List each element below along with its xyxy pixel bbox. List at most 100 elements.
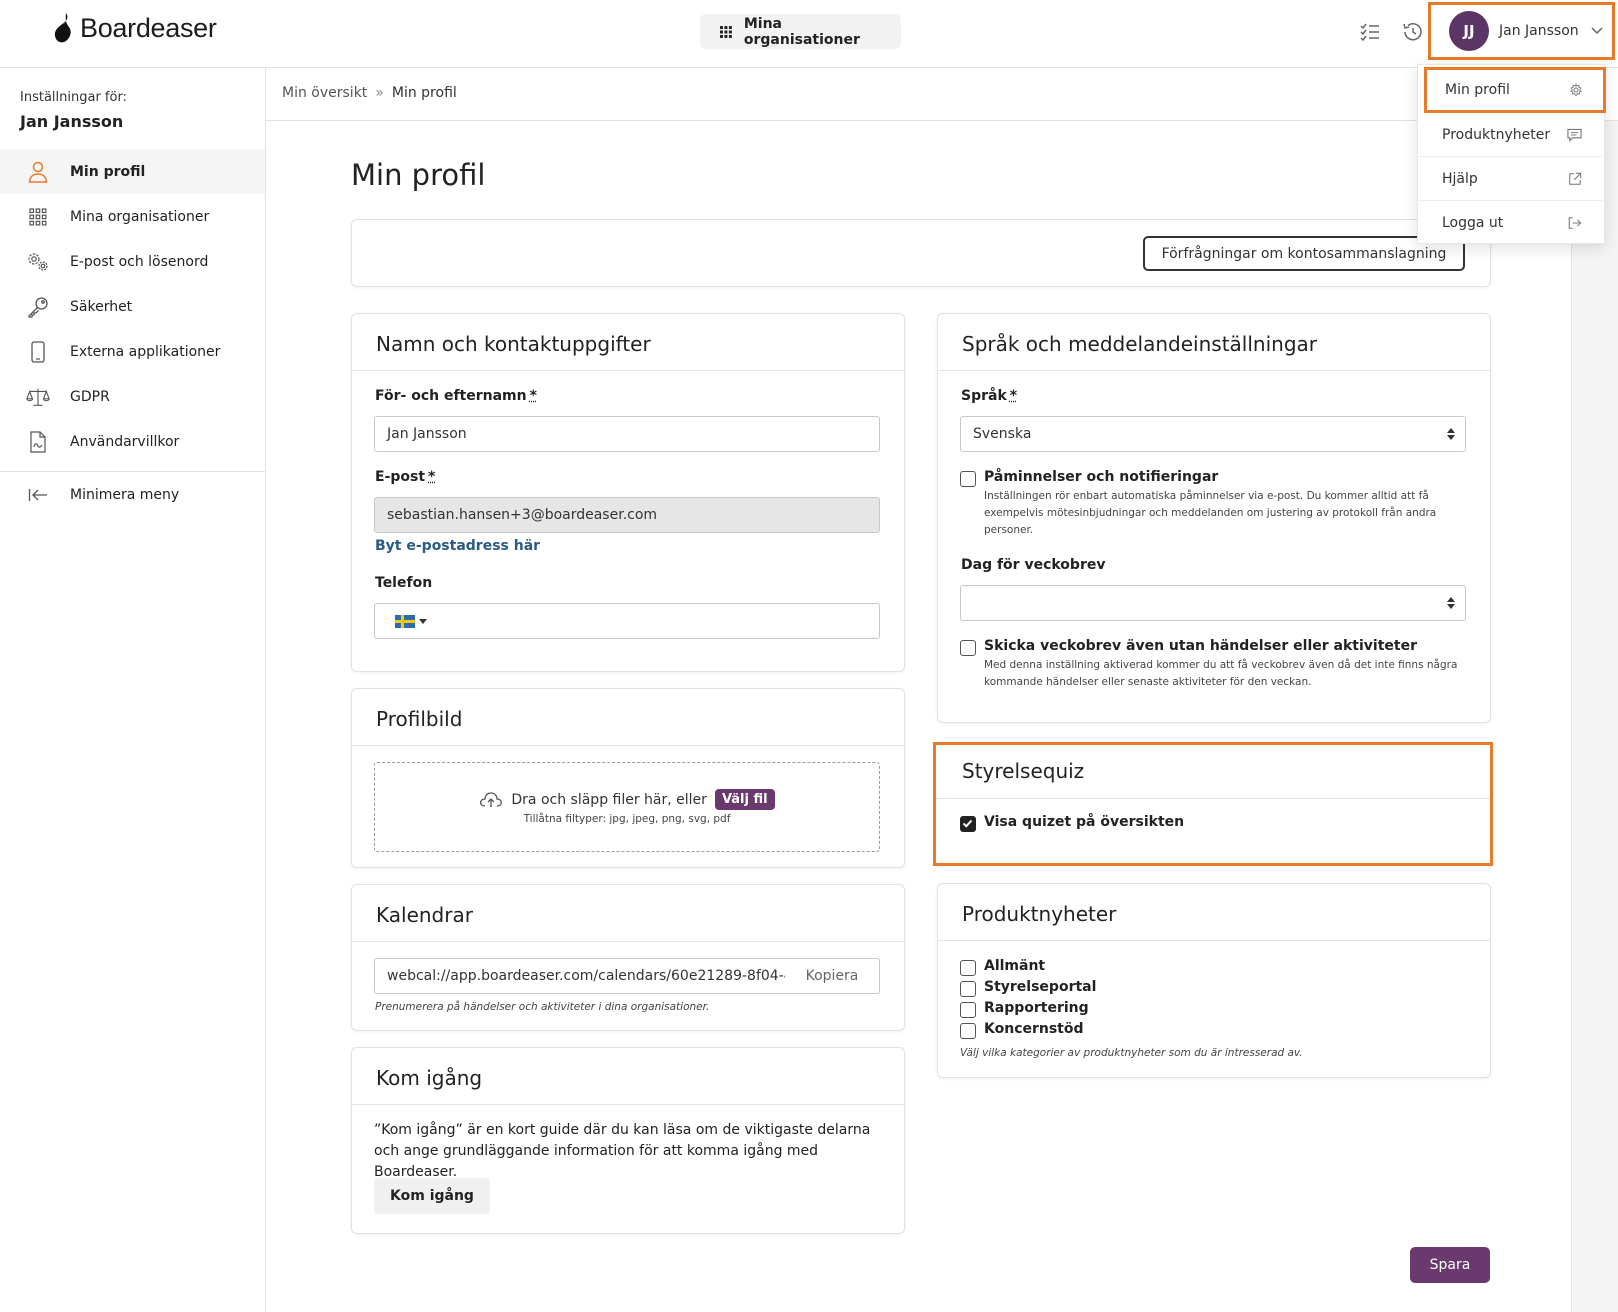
checklist-icon[interactable] [1358, 20, 1382, 44]
breadcrumb-root[interactable]: Min översikt [282, 85, 367, 101]
sidebar-item-security[interactable]: Säkerhet [0, 284, 265, 329]
weekly-without-events-help: Med denna inställning aktiverad kommer d… [984, 659, 1458, 688]
calendar-help-text: Prenumerera på händelser och aktiviteter… [375, 1001, 710, 1013]
card-title: Styrelsequiz [962, 759, 1085, 783]
menu-item-label: Hjälp [1442, 170, 1478, 187]
user-menu-toggle[interactable]: JJ Jan Jansson [1428, 2, 1615, 60]
language-label: Språk * [961, 388, 1017, 404]
card-divider [352, 941, 904, 942]
chevron-down-icon [1591, 27, 1603, 35]
sidebar-item-email-password[interactable]: E-post och lösenord [0, 239, 265, 284]
sidebar-item-label: Externa applikationer [70, 343, 221, 360]
settings-for-label: Inställningar för: [20, 90, 127, 105]
sidebar-item-terms[interactable]: Användarvillkor [0, 419, 265, 464]
scales-icon [26, 385, 50, 409]
weekly-without-events-checkbox[interactable] [960, 640, 976, 656]
card-title: Språk och meddelandeinställningar [962, 332, 1317, 356]
gear-icon [1569, 83, 1583, 97]
change-email-link[interactable]: Byt e-postadress här [375, 538, 540, 554]
collapse-menu-button[interactable]: Minimera meny [0, 472, 265, 517]
name-label: För- och efternamn * [375, 388, 537, 404]
menu-item-product-news[interactable]: Produktnyheter [1418, 113, 1606, 157]
sidebar-item-label: Mina organisationer [70, 208, 210, 225]
sidebar-item-label: Användarvillkor [70, 433, 180, 450]
brand-logo[interactable]: Boardeaser [52, 12, 217, 44]
settings-user-name: Jan Jansson [20, 112, 124, 131]
news-option-checkbox[interactable] [960, 981, 976, 997]
news-option-checkbox[interactable] [960, 1002, 976, 1018]
card-title: Kalendrar [376, 903, 473, 927]
dropzone-text: Dra och släpp filer här, eller [511, 791, 707, 808]
grid-icon [720, 25, 732, 38]
reminders-checkbox[interactable] [960, 471, 976, 487]
caret-down-icon[interactable] [419, 618, 427, 624]
menu-item-help[interactable]: Hjälp [1418, 157, 1606, 201]
boardeaser-logo-icon [54, 13, 71, 43]
history-icon[interactable] [1401, 20, 1425, 44]
news-option-checkbox[interactable] [960, 1023, 976, 1039]
sidebar-item-label: GDPR [70, 388, 110, 405]
file-dropzone[interactable]: Dra och släpp filer här, eller Välj fil … [374, 762, 880, 852]
language-select[interactable]: Svenska [960, 416, 1466, 452]
card-divider [938, 370, 1490, 371]
sidebar-item-external-apps[interactable]: Externa applikationer [0, 329, 265, 374]
show-quiz-label: Visa quizet på översikten [984, 814, 1185, 830]
check-icon [962, 819, 973, 828]
card-title: Profilbild [376, 707, 463, 731]
user-icon [26, 160, 50, 184]
menu-item-label: Min profil [1445, 82, 1510, 98]
sidebar-item-my-organizations[interactable]: Mina organisationer [0, 194, 265, 239]
required-mark: * [529, 388, 537, 404]
copy-button[interactable]: Kopiera [785, 958, 880, 994]
sidebar: Inställningar för: Jan Jansson Min profi… [0, 68, 266, 1312]
save-button[interactable]: Spara [1410, 1247, 1490, 1283]
message-icon [1567, 128, 1582, 142]
name-label-text: För- och efternamn [375, 388, 527, 404]
my-organizations-label: Mina organisationer [743, 15, 860, 48]
top-bar: Boardeaser Mina organisationer JJ Jan Ja… [0, 0, 1618, 68]
select-arrows-icon [1447, 597, 1455, 609]
name-input[interactable]: Jan Jansson [374, 416, 880, 452]
menu-item-label: Logga ut [1442, 215, 1504, 231]
document-icon [26, 430, 50, 454]
get-started-text: ”Kom igång” är en kort guide där du kan … [374, 1122, 871, 1180]
get-started-button[interactable]: Kom igång [374, 1178, 490, 1214]
key-icon [26, 295, 50, 319]
my-organizations-button[interactable]: Mina organisationer [700, 14, 901, 49]
grid-icon [26, 205, 50, 229]
news-option-label: Rapportering [984, 1000, 1089, 1016]
menu-item-logout[interactable]: Logga ut [1418, 201, 1606, 245]
menu-item-my-profile[interactable]: Min profil [1424, 67, 1606, 113]
news-option-label: Koncernstöd [984, 1021, 1084, 1037]
dropzone-main: Dra och släpp filer här, eller Välj fil [375, 789, 879, 810]
calendar-url-input[interactable]: webcal://app.boardeaser.com/calendars/60… [374, 958, 786, 994]
sidebar-item-label: Min profil [70, 163, 146, 180]
page-title: Min profil [351, 158, 486, 192]
card-divider [936, 798, 1490, 799]
phone-input[interactable] [374, 603, 880, 639]
weekly-day-label: Dag för veckobrev [961, 557, 1106, 573]
reminders-label: Påminnelser och notifieringar [984, 469, 1219, 485]
avatar: JJ [1449, 11, 1489, 51]
show-quiz-checkbox[interactable] [960, 816, 976, 832]
news-option-checkbox[interactable] [960, 960, 976, 976]
collapse-left-icon [26, 483, 50, 507]
select-arrows-icon [1447, 428, 1455, 440]
sidebar-item-gdpr[interactable]: GDPR [0, 374, 265, 419]
user-name: Jan Jansson [1499, 23, 1579, 39]
brand-name: Boardeaser [80, 12, 217, 43]
news-option-label: Styrelseportal [984, 979, 1097, 995]
choose-file-button[interactable]: Välj fil [714, 789, 775, 810]
reminders-help-text: Inställningen rör enbart automatiska påm… [984, 490, 1437, 536]
sidebar-item-my-profile[interactable]: Min profil [0, 149, 265, 194]
external-link-icon [1569, 172, 1582, 185]
product-news-help: Välj vilka kategorier av produktnyheter … [960, 1047, 1303, 1059]
weekly-day-select[interactable] [960, 585, 1466, 621]
required-mark: * [428, 469, 436, 485]
sweden-flag-icon[interactable] [395, 614, 415, 628]
menu-item-label: Produktnyheter [1442, 126, 1551, 143]
card-divider [352, 1104, 904, 1105]
card-divider [352, 370, 904, 371]
news-option-label: Allmänt [984, 958, 1046, 974]
sidebar-item-label: E-post och lösenord [70, 253, 209, 270]
